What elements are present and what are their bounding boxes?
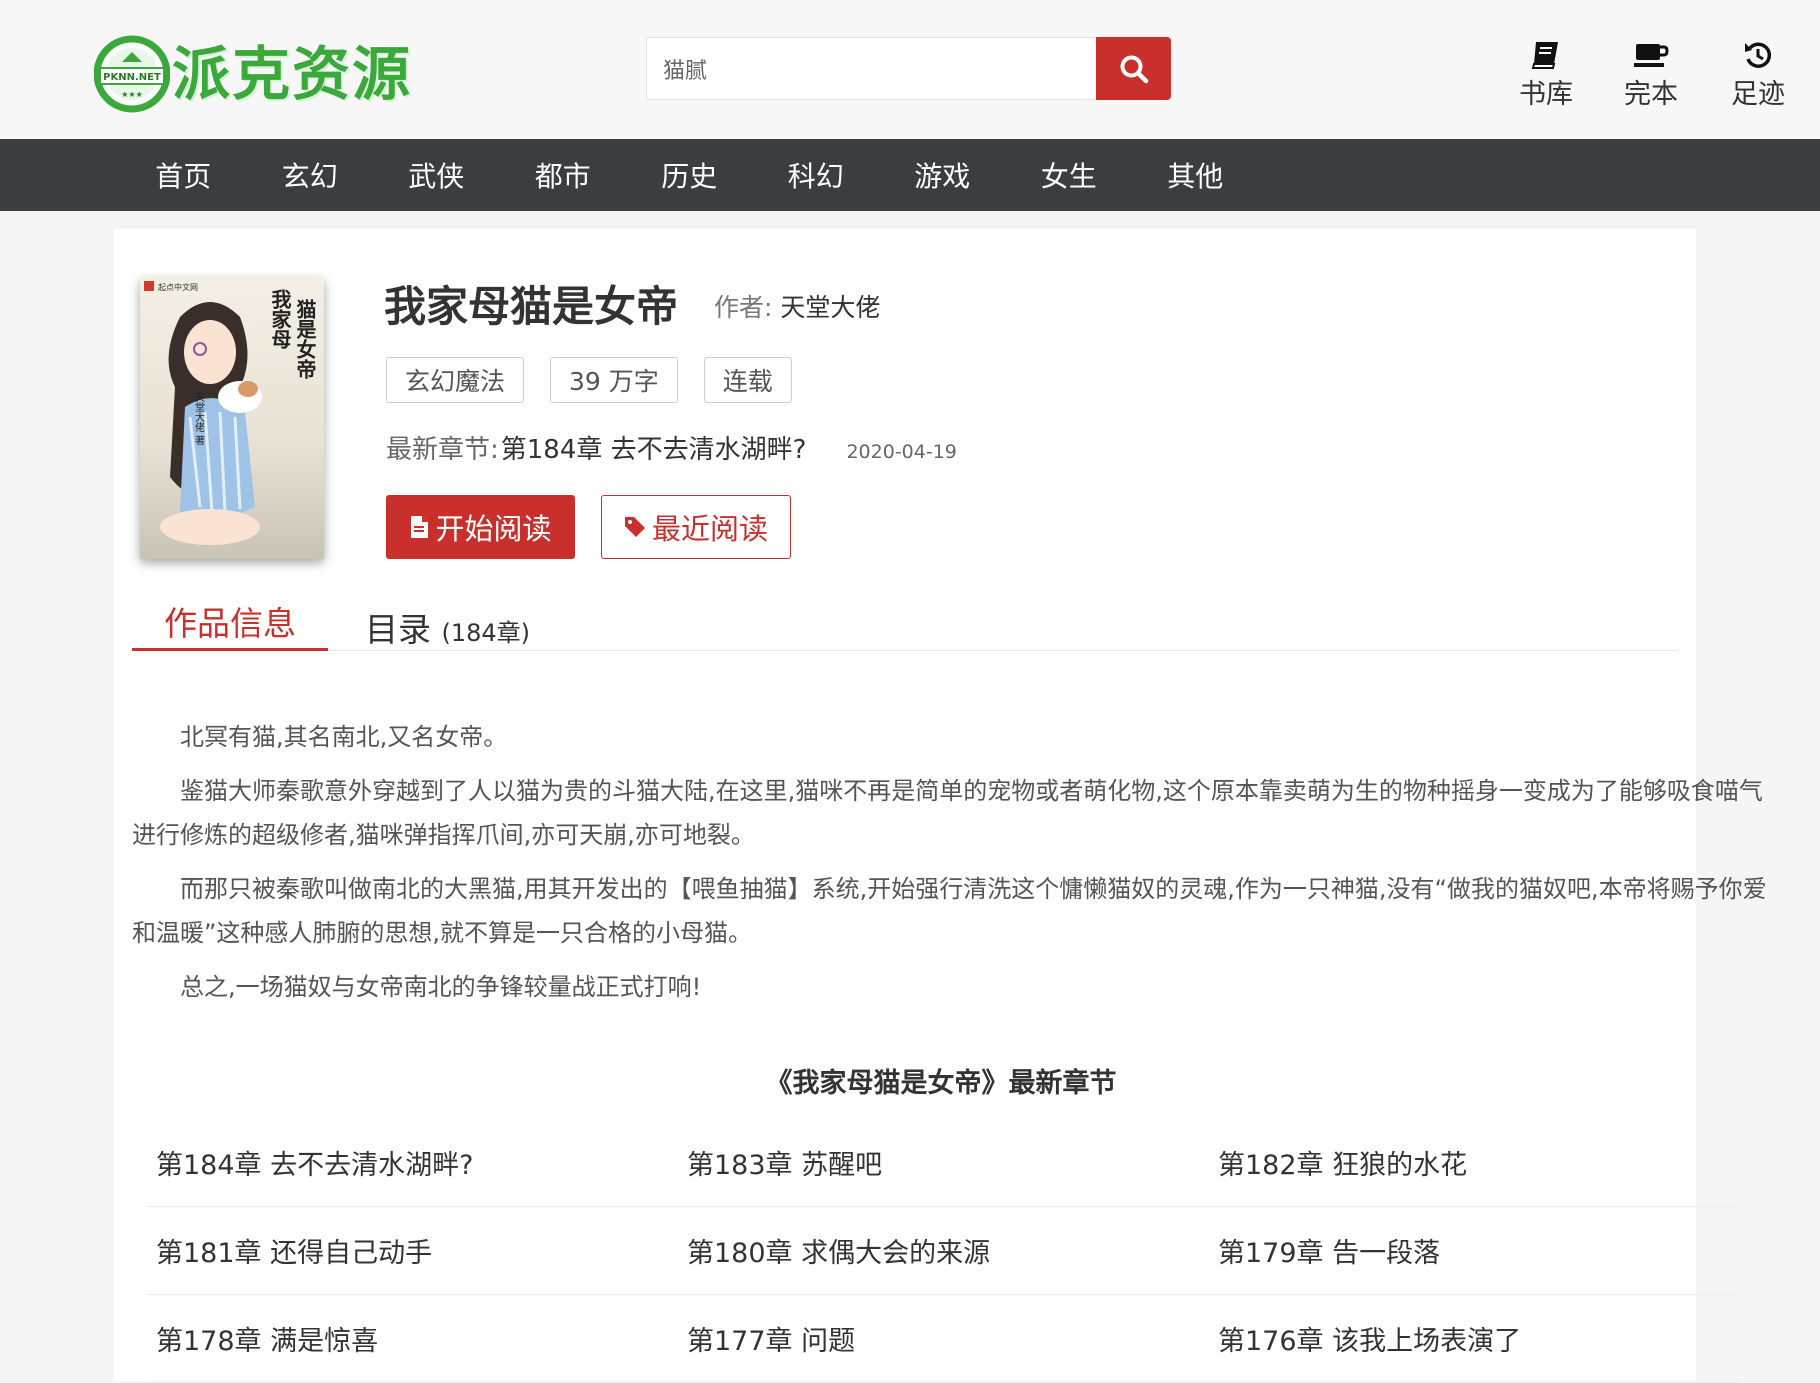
latest-chapters-heading: 《我家母猫是女帝》最新章节	[765, 1068, 1117, 1099]
intro-paragraph: 鉴猫大师秦歌意外穿越到了人以猫为贵的斗猫大陆,在这里,猫咪不再是简单的宠物或者萌…	[132, 777, 1763, 849]
intro-paragraph: 北冥有猫,其名南北,又名女帝。	[180, 723, 508, 751]
chapter-link[interactable]: 第184章 去不去清水湖畔?	[146, 1143, 677, 1182]
svg-text:★★★: ★★★	[121, 90, 143, 99]
book-author: 作者: 天堂大佬	[714, 288, 880, 324]
latest-chapter-row: 最新章节: 第184章 去不去清水湖畔? 2020-04-19	[386, 429, 957, 466]
author-name[interactable]: 天堂大佬	[780, 293, 880, 322]
tab-info[interactable]: 作品信息	[132, 597, 328, 651]
history-icon	[1745, 42, 1772, 68]
search-bar	[646, 37, 1171, 100]
tag-status: 连载	[703, 357, 792, 403]
author-label: 作者:	[714, 293, 773, 322]
tab-toc-label: 目录	[365, 610, 431, 649]
search-input[interactable]	[646, 37, 1096, 100]
chapter-row: 第178章 满是惊喜 第177章 问题 第176章 该我上场表演了	[146, 1295, 1741, 1383]
nav-dushi[interactable]: 都市	[500, 155, 627, 195]
book-cover[interactable]: 起点中文网 猫是女帝 我家母 天堂大佬 著	[140, 277, 324, 559]
intro-paragraph: 总之,一场猫奴与女帝南北的争锋较量战正式打响!	[180, 973, 702, 1001]
tag-category[interactable]: 玄幻魔法	[386, 357, 525, 403]
recent-reading-button[interactable]: 最近阅读	[601, 495, 791, 559]
chapter-link[interactable]: 第181章 还得自己动手	[146, 1231, 677, 1270]
tab-toc[interactable]: 目录 (184章)	[365, 603, 530, 651]
nav-complete[interactable]: 完本	[1624, 40, 1678, 111]
cover-title-1: 猫是女帝	[293, 299, 317, 380]
logo-badge: PKNN.NET ★★★	[93, 24, 171, 114]
book-tags: 玄幻魔法 39 万字 连载	[386, 357, 792, 403]
logo-text: 派克资源	[172, 40, 413, 108]
start-reading-label: 开始阅读	[435, 512, 552, 546]
nav-qita[interactable]: 其他	[1132, 155, 1259, 195]
logo-badge-text: PKNN.NET	[103, 72, 161, 83]
book-icon	[1531, 42, 1558, 69]
cover-publisher: 起点中文网	[158, 282, 198, 292]
chapter-link[interactable]: 第177章 问题	[677, 1319, 1208, 1358]
intro-paragraph: 而那只被秦歌叫做南北的大黑猫,用其开发出的【喂鱼抽猫】系统,开始强行清洗这个慵懒…	[132, 875, 1767, 947]
nav-history[interactable]: 足迹	[1731, 40, 1785, 111]
chapter-row: 第184章 去不去清水湖畔? 第183章 苏醒吧 第182章 狂狼的水花	[146, 1119, 1741, 1207]
latest-chapters-list: 第184章 去不去清水湖畔? 第183章 苏醒吧 第182章 狂狼的水花 第18…	[146, 1119, 1741, 1383]
nav-kehuan[interactable]: 科幻	[753, 155, 880, 195]
chapter-link[interactable]: 第180章 求偶大会的来源	[677, 1231, 1208, 1270]
latest-chapter-link[interactable]: 第184章 去不去清水湖畔?	[501, 429, 807, 466]
nav-wuxia[interactable]: 武侠	[373, 155, 500, 195]
search-icon	[1120, 55, 1148, 83]
chapter-link[interactable]: 第176章 该我上场表演了	[1208, 1319, 1739, 1358]
book-intro: 北冥有猫,其名南北,又名女帝。 鉴猫大师秦歌意外穿越到了人以猫为贵的斗猫大陆,在…	[132, 715, 1778, 1019]
tag-icon	[624, 517, 645, 537]
nav-shelf[interactable]: 书库	[1519, 40, 1573, 111]
nav-nvsheng[interactable]: 女生	[1006, 155, 1133, 195]
chapter-row: 第181章 还得自己动手 第180章 求偶大会的来源 第179章 告一段落	[146, 1207, 1741, 1295]
chapter-link[interactable]: 第183章 苏醒吧	[677, 1143, 1208, 1182]
latest-date: 2020-04-19	[846, 441, 957, 463]
nav-xuanhuan[interactable]: 玄幻	[247, 155, 374, 195]
book-detail-panel: 起点中文网 猫是女帝 我家母 天堂大佬 著 我家母猫是女帝 作者: 天堂大佬 玄…	[114, 229, 1767, 1383]
nav-home[interactable]: 首页	[120, 155, 247, 195]
detail-tabs: 作品信息 目录 (184章)	[132, 599, 1678, 651]
start-reading-button[interactable]: 开始阅读	[386, 495, 575, 559]
category-navbar: 首页 玄幻 武侠 都市 历史 科幻 游戏 女生 其他	[0, 139, 1820, 211]
cover-author: 天堂大佬 著	[193, 392, 205, 445]
document-icon	[411, 516, 429, 538]
nav-complete-label: 完本	[1624, 79, 1678, 110]
book-title: 我家母猫是女帝	[384, 282, 679, 331]
nav-lishi[interactable]: 历史	[626, 155, 753, 195]
nav-youxi[interactable]: 游戏	[879, 155, 1006, 195]
site-logo[interactable]: PKNN.NET ★★★ 派克资源	[93, 24, 413, 114]
coffee-cup-icon	[1634, 44, 1669, 67]
chapter-link[interactable]: 第182章 狂狼的水花	[1208, 1143, 1739, 1182]
nav-shelf-label: 书库	[1519, 79, 1573, 110]
search-button[interactable]	[1096, 37, 1171, 100]
chapter-link[interactable]: 第178章 满是惊喜	[146, 1319, 677, 1358]
chapter-link[interactable]: 第179章 告一段落	[1208, 1231, 1739, 1270]
cover-title-2: 我家母	[268, 289, 292, 349]
recent-reading-label: 最近阅读	[651, 512, 768, 546]
tab-toc-count: (184章)	[441, 619, 531, 647]
latest-label: 最新章节:	[386, 435, 499, 465]
tag-word-count: 39 万字	[550, 357, 678, 403]
site-header: PKNN.NET ★★★ 派克资源 书库 完本	[0, 0, 1820, 139]
nav-history-label: 足迹	[1731, 79, 1785, 110]
